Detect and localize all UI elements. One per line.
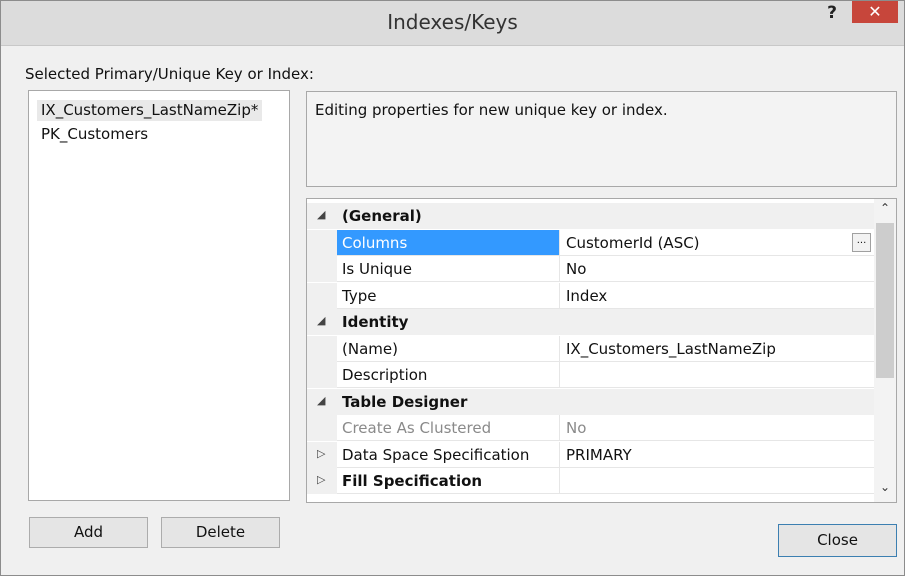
grid-gutter (307, 282, 337, 309)
grid-property-row[interactable]: Create As Clustered No (307, 415, 874, 441)
key-list-label: Selected Primary/Unique Key or Index: (25, 65, 314, 83)
grid-property-value[interactable] (559, 468, 874, 494)
grid-property-value-text: Index (566, 286, 608, 305)
key-list-item[interactable]: IX_Customers_LastNameZip* (37, 100, 263, 121)
grid-property-value-text: CustomerId (ASC) (566, 233, 700, 252)
grid-property-row[interactable]: Type Index (307, 282, 874, 309)
grid-property-name: Description (337, 362, 559, 388)
grid-gutter: ◢ (307, 309, 337, 335)
grid-property-row[interactable]: Is Unique No (307, 256, 874, 282)
grid-property-name: Create As Clustered (337, 415, 559, 441)
expand-arrow-icon[interactable]: ▷ (317, 447, 325, 460)
grid-property-value[interactable]: CustomerId (ASC)... (559, 229, 874, 256)
key-list-item[interactable]: PK_Customers (37, 124, 152, 145)
title-bar: Indexes/Keys ? ✕ (1, 1, 904, 46)
grid-property-value[interactable]: IX_Customers_LastNameZip (559, 335, 874, 362)
scroll-down-icon[interactable]: ⌄ (874, 480, 896, 500)
grid-property-name: (Name) (337, 336, 559, 362)
grid-property-row[interactable]: (Name) IX_Customers_LastNameZip (307, 335, 874, 362)
collapse-arrow-icon[interactable]: ◢ (317, 314, 325, 327)
grid-gutter: ▷ (307, 441, 337, 468)
grid-property-value-text: No (566, 419, 587, 437)
grid-gutter (307, 335, 337, 362)
grid-property-name: Fill Specification (337, 468, 559, 494)
grid-gutter (307, 415, 337, 441)
grid-property-row[interactable]: ▷ Data Space Specification PRIMARY (307, 441, 874, 468)
grid-property-name: (General) (337, 203, 874, 229)
window-title: Indexes/Keys (387, 10, 518, 34)
description-panel: Editing properties for new unique key or… (306, 91, 897, 187)
grid-gutter (307, 256, 337, 282)
grid-property-name: Is Unique (337, 256, 559, 282)
collapse-arrow-icon[interactable]: ◢ (317, 208, 325, 221)
grid-category-row[interactable]: ◢ Table Designer (307, 388, 874, 415)
grid-property-value-text: IX_Customers_LastNameZip (566, 339, 776, 358)
grid-gutter (307, 362, 337, 388)
grid-property-value[interactable]: No (559, 415, 874, 441)
grid-property-value[interactable]: Index (559, 282, 874, 309)
description-text: Editing properties for new unique key or… (315, 101, 668, 119)
grid-category-row[interactable]: ◢ Identity (307, 309, 874, 335)
scroll-thumb[interactable] (876, 223, 894, 378)
grid-property-name: Type (337, 283, 559, 309)
vertical-scrollbar[interactable]: ⌃ ⌄ (874, 199, 896, 502)
grid-category-row[interactable]: ◢ (General) (307, 203, 874, 229)
grid-gutter: ▷ (307, 468, 337, 494)
property-grid[interactable]: ◢ (General) Columns CustomerId (ASC)... Is U… (306, 198, 897, 503)
grid-property-row[interactable]: ▷ Fill Specification (307, 468, 874, 494)
grid-property-row[interactable]: Columns CustomerId (ASC)... (307, 229, 874, 256)
key-list[interactable]: IX_Customers_LastNameZip* PK_Customers (28, 90, 290, 501)
grid-property-value-text: No (566, 260, 587, 278)
ellipsis-button[interactable]: ... (852, 232, 871, 252)
grid-property-name: Columns (337, 229, 559, 256)
grid-property-value[interactable]: No (559, 256, 874, 282)
help-button[interactable]: ? (819, 3, 845, 25)
window-close-button[interactable]: ✕ (852, 1, 898, 23)
grid-property-name: Table Designer (337, 388, 874, 415)
grid-gutter: ◢ (307, 388, 337, 415)
grid-property-value-text: PRIMARY (566, 445, 632, 464)
add-button[interactable]: Add (29, 517, 148, 548)
grid-property-name: Data Space Specification (337, 442, 559, 468)
grid-property-row[interactable]: Description (307, 362, 874, 388)
collapse-arrow-icon[interactable]: ◢ (317, 394, 325, 407)
indexes-keys-dialog: Indexes/Keys ? ✕ Selected Primary/Unique… (0, 0, 905, 576)
grid-gutter (307, 229, 337, 256)
grid-property-name: Identity (337, 309, 874, 335)
grid-gutter: ◢ (307, 203, 337, 229)
delete-button[interactable]: Delete (161, 517, 280, 548)
scroll-up-icon[interactable]: ⌃ (874, 201, 896, 221)
expand-arrow-icon[interactable]: ▷ (317, 473, 325, 486)
grid-property-value[interactable] (559, 362, 874, 388)
grid-property-value[interactable]: PRIMARY (559, 441, 874, 468)
close-button[interactable]: Close (778, 524, 897, 557)
